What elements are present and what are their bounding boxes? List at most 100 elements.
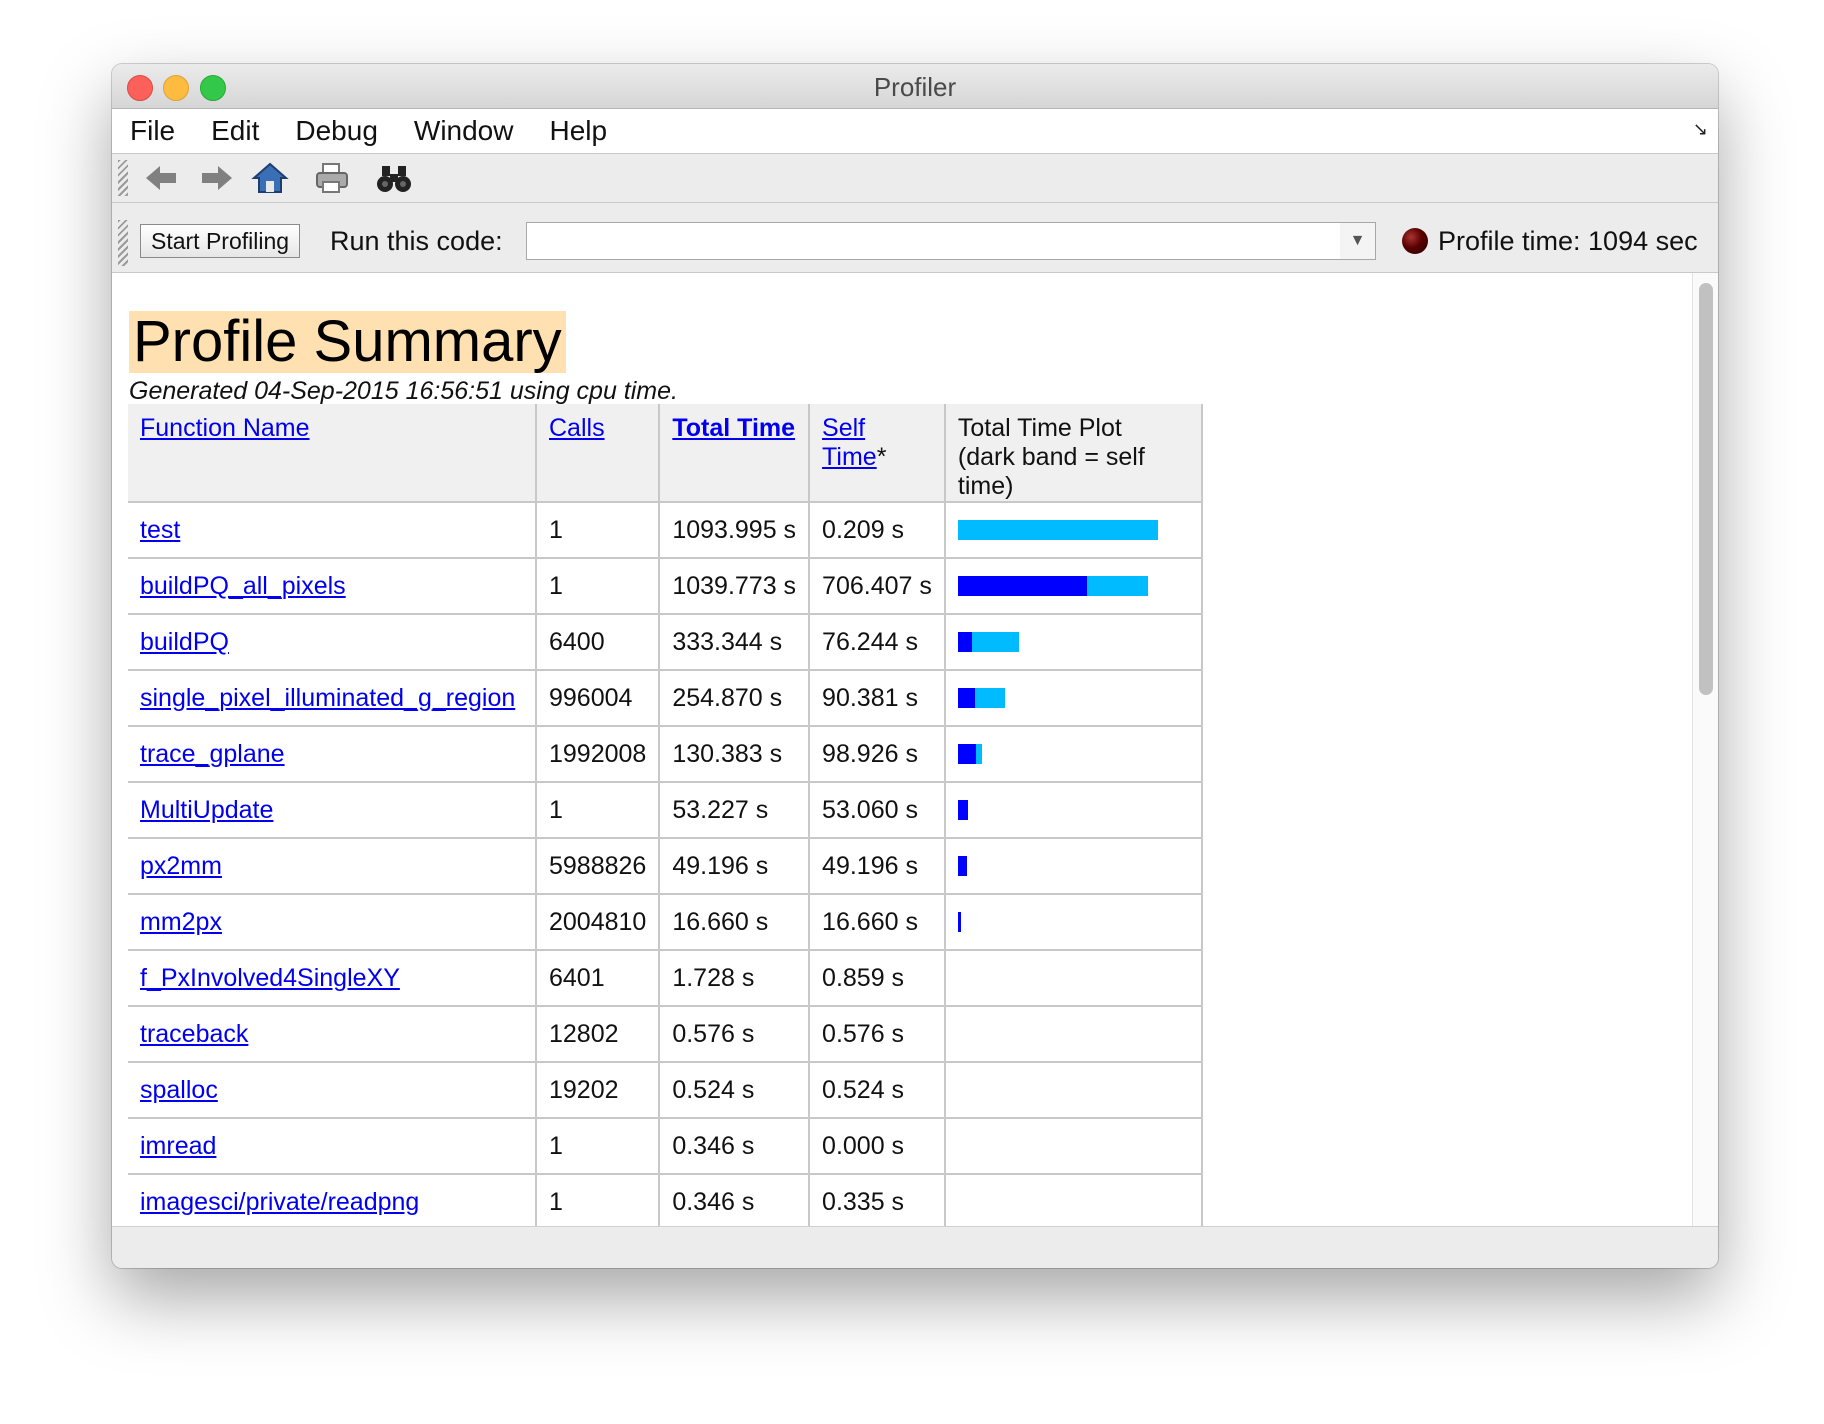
function-name-cell: imread [128,1117,537,1175]
sort-by-function-name-link[interactable]: Function Name [140,414,310,442]
function-link[interactable]: imread [140,1132,216,1160]
time-plot-cell [943,1173,1203,1226]
time-plot-cell [943,781,1203,839]
function-name-cell: MultiUpdate [128,781,537,839]
total-time-cell: 1039.773 s [658,557,811,615]
chevron-down-icon: ▼ [1349,232,1366,249]
time-plot [958,1080,1189,1100]
self-time-cell: 90.381 s [808,669,946,727]
total-time-cell: 0.346 s [658,1173,811,1226]
table-row: buildPQ 6400 333.344 s 76.244 s [128,613,1203,671]
self-time-cell: 0.209 s [808,501,946,559]
scrollbar-thumb[interactable] [1699,283,1713,695]
total-time-cell: 1093.995 s [658,501,811,559]
table-row: imagesci/private/readpng 1 0.346 s 0.335 s [128,1173,1203,1226]
menu-window[interactable]: Window [396,109,532,153]
run-code-dropdown-button[interactable]: ▼ [1340,222,1376,260]
function-link[interactable]: f_PxInvolved4SingleXY [140,964,400,992]
function-name-cell: trace_gplane [128,725,537,783]
table-body: test 1 1093.995 s 0.209 s buildPQ_all_pixels… [128,501,1203,1226]
time-plot [957,856,1189,876]
function-link[interactable]: traceback [140,1020,248,1048]
time-plot [958,1136,1189,1156]
sort-by-total-time-link[interactable]: Total Time [672,414,795,442]
forward-arrow-icon[interactable] [196,160,236,196]
self-time-cell: 0.000 s [808,1117,946,1175]
profile-summary-table: Function Name Calls Total Time Self Time… [128,404,1203,1226]
self-time-bar [957,576,1087,596]
total-time-cell: 16.660 s [658,893,811,951]
self-time-cell: 0.859 s [808,949,946,1007]
self-time-bar [957,688,975,708]
self-time-bar [957,856,967,876]
self-time-cell: 49.196 s [808,837,946,895]
profiler-status-icon [1402,228,1428,254]
function-link[interactable]: MultiUpdate [140,796,273,824]
function-link[interactable]: buildPQ_all_pixels [140,572,346,600]
title-bar: Profiler [112,64,1718,109]
menu-debug[interactable]: Debug [277,109,396,153]
time-plot-cell [943,725,1203,783]
total-time-cell: 0.524 s [658,1061,811,1119]
sort-by-self-time-link[interactable]: Self Time [822,414,877,471]
sort-by-calls-link[interactable]: Calls [549,414,605,442]
home-icon[interactable] [250,160,290,196]
back-arrow-icon[interactable] [142,160,182,196]
total-time-cell: 333.344 s [658,613,811,671]
undock-icon[interactable]: ↘ [1693,119,1708,140]
toolbar-grip[interactable] [118,160,128,196]
menu-help[interactable]: Help [531,109,625,153]
function-name-cell: mm2px [128,893,537,951]
function-name-cell: px2mm [128,837,537,895]
time-plot [957,632,1189,652]
runbar-grip[interactable] [118,220,128,266]
window-title: Profiler [873,72,957,102]
function-link[interactable]: buildPQ [140,628,229,656]
table-row: spalloc 19202 0.524 s 0.524 s [128,1061,1203,1119]
start-profiling-button[interactable]: Start Profiling [140,224,301,258]
table-header-row: Function Name Calls Total Time Self Time… [128,404,1203,503]
calls-cell: 19202 [534,1061,661,1119]
function-name-cell: test [128,501,537,559]
table-row: trace_gplane 1992008 130.383 s 98.926 s [128,725,1203,783]
time-plot [957,520,1189,540]
column-header-total-time: Total Time [658,404,811,503]
time-plot [957,800,1189,820]
total-time-cell: 0.576 s [658,1005,811,1063]
function-name-cell: buildPQ [128,613,537,671]
self-time-cell: 0.576 s [808,1005,946,1063]
calls-cell: 1992008 [534,725,661,783]
function-link[interactable]: single_pixel_illuminated_g_region [140,684,515,712]
time-plot-cell [943,1061,1203,1119]
vertical-scrollbar[interactable] [1692,273,1718,1226]
self-time-cell: 16.660 s [808,893,946,951]
find-binoculars-icon[interactable] [374,160,414,196]
self-time-bar [957,744,976,764]
function-link[interactable]: trace_gplane [140,740,285,768]
calls-cell: 1 [534,501,661,559]
run-code-input[interactable] [526,222,1341,260]
function-name-cell: spalloc [128,1061,537,1119]
time-plot [957,576,1189,596]
status-bar [112,1226,1718,1268]
calls-cell: 6400 [534,613,661,671]
function-link[interactable]: px2mm [140,852,222,880]
menu-file[interactable]: File [112,109,193,153]
time-plot-cell [943,949,1203,1007]
table-row: f_PxInvolved4SingleXY 6401 1.728 s 0.859 s [128,949,1203,1007]
total-time-cell: 49.196 s [658,837,811,895]
function-name-cell: imagesci/private/readpng [128,1173,537,1226]
generated-timestamp: Generated 04-Sep-2015 16:56:51 using cpu… [129,377,678,405]
function-name-cell: buildPQ_all_pixels [128,557,537,615]
total-time-cell: 53.227 s [658,781,811,839]
function-link[interactable]: test [140,516,180,544]
function-link[interactable]: spalloc [140,1076,218,1104]
self-time-bar [957,632,972,652]
time-plot [957,688,1189,708]
menu-edit[interactable]: Edit [193,109,277,153]
menu-and-toolbar-area: File Edit Debug Window Help ↘ [112,109,1718,213]
function-link[interactable]: mm2px [140,908,222,936]
print-icon[interactable] [312,160,352,196]
table-row: buildPQ_all_pixels 1 1039.773 s 706.407 s [128,557,1203,615]
function-link[interactable]: imagesci/private/readpng [140,1188,419,1216]
